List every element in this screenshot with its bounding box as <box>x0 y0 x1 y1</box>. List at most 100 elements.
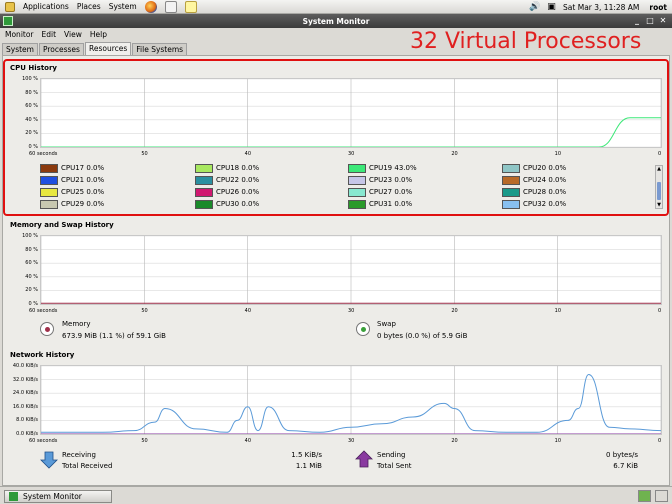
cpu-color-swatch[interactable] <box>348 175 366 185</box>
menu-view[interactable]: View <box>64 30 82 39</box>
cpu-legend-item[interactable]: CPU26 0.0% <box>195 187 259 197</box>
memory-y-tick: 0 % <box>28 301 38 307</box>
applications-menu[interactable]: Applications <box>23 2 69 11</box>
cpu-legend-item[interactable]: CPU31 0.0% <box>348 199 412 209</box>
cpu-y-tick: 40 % <box>25 116 38 123</box>
cpu-color-swatch[interactable] <box>502 187 520 197</box>
swap-color-dot <box>361 327 366 332</box>
close-icon[interactable]: ✕ <box>657 15 669 26</box>
network-x-tick: 0 <box>658 438 662 444</box>
cpu-legend-item[interactable]: CPU17 0.0% <box>40 163 104 173</box>
taskbar-system-monitor-button[interactable]: System Monitor <box>4 490 112 503</box>
window-title-bar[interactable]: System Monitor _ □ ✕ <box>0 14 672 28</box>
network-icon[interactable]: ▣ <box>546 2 557 12</box>
cpu-color-swatch[interactable] <box>348 163 366 173</box>
network-y-tick: 40.0 KiB/s <box>12 363 38 369</box>
cpu-color-swatch[interactable] <box>348 199 366 209</box>
minimize-icon[interactable]: _ <box>631 15 643 26</box>
total-received-value: 1.1 MiB <box>295 462 322 470</box>
cpu-color-swatch[interactable] <box>195 187 213 197</box>
maximize-icon[interactable]: □ <box>644 15 656 26</box>
notes-icon[interactable] <box>184 0 197 13</box>
cpu-legend-item[interactable]: CPU23 0.0% <box>348 175 412 185</box>
cpu-legend-item[interactable]: CPU30 0.0% <box>195 199 259 209</box>
system-monitor-app-icon[interactable] <box>3 16 13 26</box>
cpu-color-swatch[interactable] <box>195 199 213 209</box>
cpu-color-swatch[interactable] <box>40 187 58 197</box>
receiving-label: Receiving <box>62 451 96 459</box>
cpu-color-swatch[interactable] <box>195 163 213 173</box>
workspace-2-icon[interactable] <box>655 490 668 502</box>
cpu-color-swatch[interactable] <box>40 163 58 173</box>
cpu-x-tick: 60 seconds <box>29 151 58 157</box>
scroll-up-icon[interactable]: ▲ <box>656 166 662 172</box>
cpu-legend-item[interactable]: CPU27 0.0% <box>348 187 412 197</box>
swap-value: 0 bytes (0.0 %) of 5.9 GiB <box>377 332 468 340</box>
workspace-1-icon[interactable] <box>638 490 651 502</box>
workspace-switcher[interactable] <box>634 490 668 502</box>
memory-label: Memory <box>62 320 91 328</box>
total-sent-label: Total Sent <box>377 462 412 470</box>
network-y-tick: 24.0 KiB/s <box>12 390 38 397</box>
cpu-color-swatch[interactable] <box>502 199 520 209</box>
memory-x-tick: 50 <box>141 308 148 314</box>
cpu-legend-item[interactable]: CPU28 0.0% <box>502 187 566 197</box>
network-y-tick: 8.0 KiB/s <box>16 417 38 424</box>
swap-pie-icon[interactable] <box>356 322 370 336</box>
cpu-legend-item[interactable]: CPU24 0.0% <box>502 175 566 185</box>
clock[interactable]: Sat Mar 3, 11:28 AM <box>563 3 639 12</box>
tab-processes[interactable]: Processes <box>38 43 84 55</box>
memory-x-tick: 60 seconds <box>29 308 58 314</box>
memory-history-graph <box>40 235 662 305</box>
system-menu[interactable]: System <box>109 2 137 11</box>
cpu-legend-item[interactable]: CPU21 0.0% <box>40 175 104 185</box>
cpu-history-graph <box>40 78 662 148</box>
firefox-icon[interactable] <box>144 0 157 13</box>
menu-help[interactable]: Help <box>90 30 107 39</box>
cpu-y-tick: 60 % <box>25 103 38 110</box>
memory-y-tick: 20 % <box>25 287 38 294</box>
network-x-tick: 20 <box>451 438 458 444</box>
cpu-x-tick: 50 <box>141 151 148 157</box>
cpu-y-tick: 80 % <box>25 89 38 96</box>
cpu-x-tick: 0 <box>658 151 662 157</box>
cpu-color-swatch[interactable] <box>40 199 58 209</box>
scroll-down-icon[interactable]: ▼ <box>656 202 662 208</box>
cpu-legend-item[interactable]: CPU25 0.0% <box>40 187 104 197</box>
tab-system[interactable]: System <box>2 43 38 55</box>
cpu-legend-label: CPU21 0.0% <box>61 176 105 184</box>
cpu-legend-scrollbar[interactable]: ▲ ▼ <box>655 165 663 209</box>
receiving-value: 1.5 KiB/s <box>291 451 322 459</box>
volume-icon[interactable]: 🔊 <box>529 2 540 12</box>
cpu-legend-item[interactable]: CPU19 43.0% <box>348 163 417 173</box>
receive-arrow-icon[interactable] <box>40 451 58 469</box>
network-y-tick: 32.0 KiB/s <box>12 376 38 383</box>
cpu-legend-label: CPU31 0.0% <box>369 200 413 208</box>
cpu-legend-item[interactable]: CPU20 0.0% <box>502 163 566 173</box>
cpu-color-swatch[interactable] <box>40 175 58 185</box>
cpu-legend-item[interactable]: CPU29 0.0% <box>40 199 104 209</box>
cpu-color-swatch[interactable] <box>502 163 520 173</box>
menu-edit[interactable]: Edit <box>42 30 57 39</box>
cpu-legend-item[interactable]: CPU32 0.0% <box>502 199 566 209</box>
cpu-color-swatch[interactable] <box>348 187 366 197</box>
cpu-legend-item[interactable]: CPU22 0.0% <box>195 175 259 185</box>
memory-pie-icon[interactable] <box>40 322 54 336</box>
user-name[interactable]: root <box>649 3 667 12</box>
cpu-x-tick: 20 <box>451 151 458 157</box>
cpu-color-swatch[interactable] <box>195 175 213 185</box>
cpu-legend-label: CPU30 0.0% <box>216 200 260 208</box>
cpu-color-swatch[interactable] <box>502 175 520 185</box>
places-menu[interactable]: Places <box>77 2 101 11</box>
menu-monitor[interactable]: Monitor <box>5 30 34 39</box>
network-history-graph <box>40 365 662 435</box>
gnome-foot-icon[interactable] <box>5 1 15 12</box>
tab-resources[interactable]: Resources <box>84 42 132 55</box>
send-arrow-icon[interactable] <box>355 450 373 468</box>
scroll-thumb[interactable] <box>657 182 661 200</box>
swap-label: Swap <box>377 320 396 328</box>
cpu-legend-item[interactable]: CPU18 0.0% <box>195 163 259 173</box>
email-icon[interactable] <box>164 0 177 13</box>
cpu-section-title: CPU History <box>10 64 57 72</box>
tab-file-systems[interactable]: File Systems <box>132 43 188 55</box>
